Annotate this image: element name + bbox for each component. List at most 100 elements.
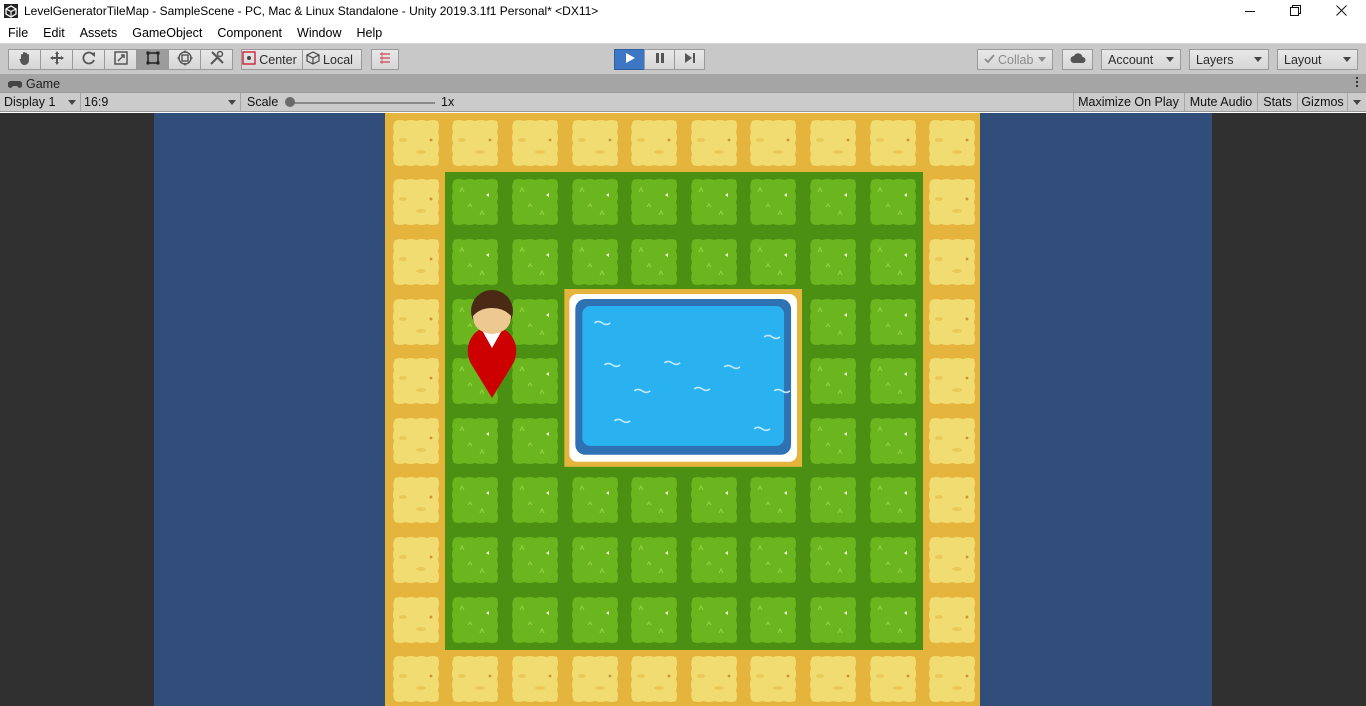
- scale-slider-handle[interactable]: [285, 97, 295, 107]
- window-title-bar[interactable]: LevelGeneratorTileMap - SampleScene - PC…: [0, 0, 1366, 22]
- menu-file[interactable]: File: [0, 26, 35, 40]
- grass-tile: [450, 595, 500, 648]
- game-tab-strip: Game: [0, 74, 1366, 93]
- tab-game[interactable]: Game: [2, 75, 66, 93]
- sand-tile: [808, 118, 858, 171]
- mute-audio-toggle[interactable]: Mute Audio: [1184, 93, 1257, 111]
- stats-label: Stats: [1263, 95, 1292, 109]
- transform-tools: [8, 49, 233, 70]
- grass-tile: [570, 535, 620, 588]
- sand-tile: [391, 535, 441, 588]
- play-button[interactable]: [614, 49, 645, 70]
- player-character: [464, 286, 520, 405]
- gizmos-toggle[interactable]: Gizmos: [1297, 93, 1347, 111]
- collab-group: Collab: [977, 49, 1053, 70]
- grass-tile: [450, 237, 500, 290]
- sand-tile: [510, 654, 560, 706]
- menu-edit[interactable]: Edit: [35, 26, 72, 40]
- sand-tile: [570, 654, 620, 706]
- sand-tile: [391, 237, 441, 290]
- layers-dropdown[interactable]: Layers: [1189, 49, 1269, 70]
- pivot-controls: Center Local: [241, 49, 362, 70]
- transform-icon: [177, 50, 193, 69]
- account-dropdown[interactable]: Account: [1101, 49, 1181, 70]
- menu-assets[interactable]: Assets: [72, 26, 125, 40]
- stats-toggle[interactable]: Stats: [1257, 93, 1297, 111]
- account-group: Account: [1101, 49, 1181, 70]
- pause-button[interactable]: [644, 49, 675, 70]
- step-button[interactable]: [674, 49, 705, 70]
- sand-tile: [927, 118, 977, 171]
- menu-component[interactable]: Component: [209, 26, 289, 40]
- sand-tile: [391, 595, 441, 648]
- game-viewport[interactable]: [0, 113, 1366, 706]
- pivot-local-button[interactable]: Local: [302, 49, 362, 70]
- transform-tool-button[interactable]: [168, 49, 201, 70]
- grass-tile: [868, 535, 918, 588]
- layers-group: Layers: [1189, 49, 1269, 70]
- grass-tile: [570, 475, 620, 528]
- grid-snap-button[interactable]: [371, 49, 399, 70]
- scale-tool-button[interactable]: [104, 49, 137, 70]
- gizmos-label: Gizmos: [1301, 95, 1344, 109]
- sand-tile: [391, 118, 441, 171]
- grid-snap-icon: [378, 51, 392, 68]
- mute-audio-label: Mute Audio: [1189, 95, 1253, 109]
- sand-tile: [808, 654, 858, 706]
- grass-tile: [808, 297, 858, 350]
- restore-button[interactable]: [1272, 0, 1318, 22]
- sand-tile: [391, 416, 441, 469]
- grass-tile: [450, 416, 500, 469]
- grass-tile: [808, 416, 858, 469]
- sand-tile: [927, 595, 977, 648]
- sand-tile: [689, 118, 739, 171]
- display-dropdown[interactable]: Display 1: [4, 93, 78, 111]
- checkmark-icon: [984, 53, 995, 67]
- custom-tool-button[interactable]: [200, 49, 233, 70]
- move-icon: [49, 50, 65, 69]
- sand-tile: [391, 654, 441, 706]
- hand-tool-button[interactable]: [8, 49, 41, 70]
- collab-label: Collab: [998, 52, 1034, 67]
- chevron-down-icon: [1254, 57, 1262, 62]
- sand-tile: [450, 118, 500, 171]
- cloud-button[interactable]: [1062, 49, 1093, 70]
- collab-dropdown[interactable]: Collab: [977, 49, 1053, 70]
- close-window-button[interactable]: [1318, 0, 1364, 22]
- scale-slider-track[interactable]: [290, 102, 435, 104]
- move-tool-button[interactable]: [40, 49, 73, 70]
- chevron-down-icon: [1038, 57, 1046, 62]
- sand-tile: [868, 654, 918, 706]
- maximize-on-play-toggle[interactable]: Maximize On Play: [1073, 93, 1183, 111]
- sand-tile: [927, 177, 977, 230]
- layout-label: Layout: [1284, 52, 1322, 67]
- tab-menu-icon[interactable]: [1356, 77, 1358, 87]
- chevron-down-icon: [228, 99, 236, 105]
- scale-icon: [113, 50, 129, 69]
- grass-tile: [868, 416, 918, 469]
- pivot-center-button[interactable]: Center: [241, 49, 303, 70]
- menu-help[interactable]: Help: [348, 26, 389, 40]
- menu-window[interactable]: Window: [289, 26, 348, 40]
- rotate-tool-button[interactable]: [72, 49, 105, 70]
- grass-tile: [450, 535, 500, 588]
- menu-gameobject[interactable]: GameObject: [124, 26, 209, 40]
- rect-tool-button[interactable]: [136, 49, 169, 70]
- layout-dropdown[interactable]: Layout: [1277, 49, 1358, 70]
- sand-tile: [391, 356, 441, 409]
- layout-group: Layout: [1277, 49, 1358, 70]
- gizmos-dropdown[interactable]: [1347, 93, 1366, 111]
- grass-tile: [510, 237, 560, 290]
- cloud-group: [1062, 49, 1093, 70]
- sand-tile: [391, 297, 441, 350]
- gamepad-icon: [8, 80, 22, 89]
- minimize-button[interactable]: [1227, 0, 1273, 22]
- game-view-controls: Display 1 16:9 Scale 1x Maximize On Play…: [0, 93, 1366, 112]
- chevron-down-icon: [1343, 57, 1351, 62]
- aspect-label: 16:9: [84, 95, 109, 109]
- sand-tile: [927, 297, 977, 350]
- sand-tile: [868, 118, 918, 171]
- cloud-icon: [1070, 52, 1086, 67]
- aspect-dropdown[interactable]: 16:9: [84, 93, 238, 111]
- scale-label: Scale: [247, 95, 279, 109]
